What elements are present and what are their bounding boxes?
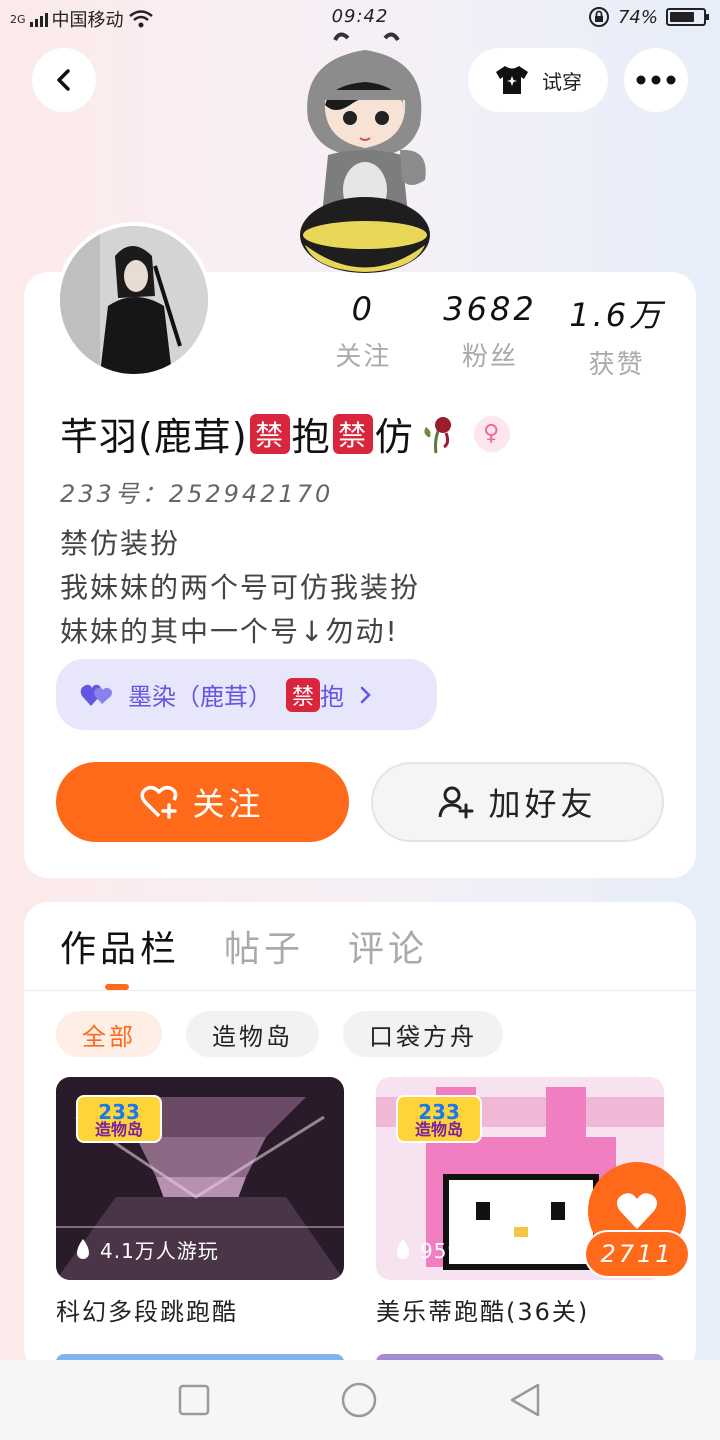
chip-all[interactable]: 全部 — [56, 1011, 162, 1057]
wilted-rose-icon — [424, 416, 451, 453]
linked-account-suffix: 抱 — [320, 683, 344, 711]
play-count: 9590人游玩 — [394, 1235, 538, 1264]
nickname-text: 抱 — [291, 415, 331, 459]
logo-233: 233 — [98, 1100, 140, 1124]
tab-comments[interactable]: 评论 — [348, 920, 428, 972]
more-dots-icon — [636, 75, 676, 85]
heart-icon — [616, 1193, 658, 1229]
following-count: 0 — [351, 290, 376, 328]
game-card[interactable]: 233 造物岛 4.1万人游玩 科幻多段跳跑酷 — [56, 1077, 344, 1327]
tshirt-icon — [496, 66, 528, 94]
chip-creation-island[interactable]: 造物岛 — [186, 1011, 319, 1057]
ban-badge: 禁 — [249, 413, 290, 454]
back-button[interactable] — [32, 48, 96, 112]
status-right: 74% — [588, 6, 709, 28]
bio-line: 禁仿装扮 — [60, 527, 181, 560]
linked-account-chip[interactable]: 墨染（鹿茸） 禁 抱 — [56, 659, 437, 730]
play-count: 4.1万人游玩 — [74, 1235, 219, 1264]
nickname-text: 芊羽(鹿茸) — [60, 415, 248, 459]
double-heart-icon — [80, 684, 112, 706]
back-nav-icon[interactable] — [508, 1382, 542, 1418]
bio-line: 妹妹的其中一个号↓勿动! — [60, 615, 399, 648]
more-button[interactable] — [624, 48, 688, 112]
logo-233: 233 — [418, 1100, 460, 1124]
ban-badge: 禁 — [332, 413, 373, 454]
try-on-button[interactable]: 试穿 — [468, 48, 608, 112]
tab-divider — [24, 990, 696, 991]
game-title: 美乐蒂跑酷(36关) — [376, 1298, 590, 1326]
heart-plus-icon — [140, 785, 178, 819]
bio: 禁仿装扮 我妹妹的两个号可仿我装扮 妹妹的其中一个号↓勿动! — [60, 522, 420, 654]
linked-account-badges: 禁 抱 — [286, 677, 344, 712]
likes-label: 获赞 — [588, 350, 645, 380]
stat-following[interactable]: 0 关注 — [300, 290, 427, 381]
nickname-text: 仿 — [374, 415, 414, 459]
likes-count: 1.6万 — [569, 296, 665, 334]
female-gender-icon: ♀ — [473, 415, 510, 452]
try-on-label: 试穿 — [542, 69, 582, 94]
recent-apps-icon[interactable] — [178, 1384, 210, 1416]
avatar-photo — [60, 226, 208, 374]
flame-icon — [397, 1238, 409, 1259]
tab-posts[interactable]: 帖子 — [224, 920, 304, 972]
battery-icon — [666, 8, 709, 26]
game-title: 科幻多段跳跑酷 — [56, 1298, 238, 1326]
chip-pocket-ark[interactable]: 口袋方舟 — [343, 1011, 503, 1057]
following-label: 关注 — [335, 342, 392, 372]
linked-account-name: 墨染（鹿茸） — [128, 683, 272, 711]
bio-line: 我妹妹的两个号可仿我装扮 — [60, 571, 421, 604]
system-nav-bar — [0, 1360, 720, 1440]
profile-stats: 0 关注 3682 粉丝 1.6万 获赞 — [300, 290, 680, 381]
stat-fans[interactable]: 3682 粉丝 — [427, 290, 554, 381]
logo-text: 造物岛 — [94, 1120, 143, 1139]
tab-works[interactable]: 作品栏 — [60, 920, 180, 972]
game-thumbnail: 233 造物岛 4.1万人游玩 — [56, 1077, 344, 1280]
logo-text: 造物岛 — [414, 1120, 463, 1139]
follow-button[interactable]: 关注 — [56, 762, 349, 842]
home-icon[interactable] — [340, 1381, 378, 1419]
stat-likes[interactable]: 1.6万 获赞 — [553, 290, 680, 381]
creation-island-logo: 233 造物岛 — [396, 1095, 482, 1143]
rotation-lock-icon — [588, 7, 609, 27]
add-friend-label: 加好友 — [488, 785, 597, 823]
chevron-right-icon — [360, 686, 371, 703]
filter-chips: 全部 造物岛 口袋方舟 — [56, 1011, 503, 1057]
profile-avatar[interactable] — [56, 222, 212, 378]
flame-icon — [77, 1238, 89, 1259]
character-3d-avatar[interactable] — [290, 30, 440, 275]
chevron-left-icon — [57, 69, 70, 91]
like-count: 2711 — [584, 1230, 690, 1278]
follow-label: 关注 — [192, 785, 265, 823]
user-id: 233号：252942170 — [60, 480, 334, 508]
fans-label: 粉丝 — [462, 342, 519, 372]
add-user-icon — [438, 786, 474, 819]
works-tabs: 作品栏 帖子 评论 — [60, 920, 428, 972]
ban-badge: 禁 — [286, 677, 320, 712]
nickname: 芊羽(鹿茸) 禁 抱 禁 仿 ♀ — [60, 406, 510, 461]
battery-fill — [670, 12, 694, 22]
creation-island-logo: 233 造物岛 — [76, 1095, 162, 1143]
battery-percent: 74% — [617, 6, 658, 28]
play-count-text: 4.1万人游玩 — [100, 1239, 219, 1263]
play-count-text: 9590人游玩 — [420, 1239, 538, 1263]
add-friend-button[interactable]: 加好友 — [371, 762, 664, 842]
fans-count: 3682 — [443, 290, 537, 328]
